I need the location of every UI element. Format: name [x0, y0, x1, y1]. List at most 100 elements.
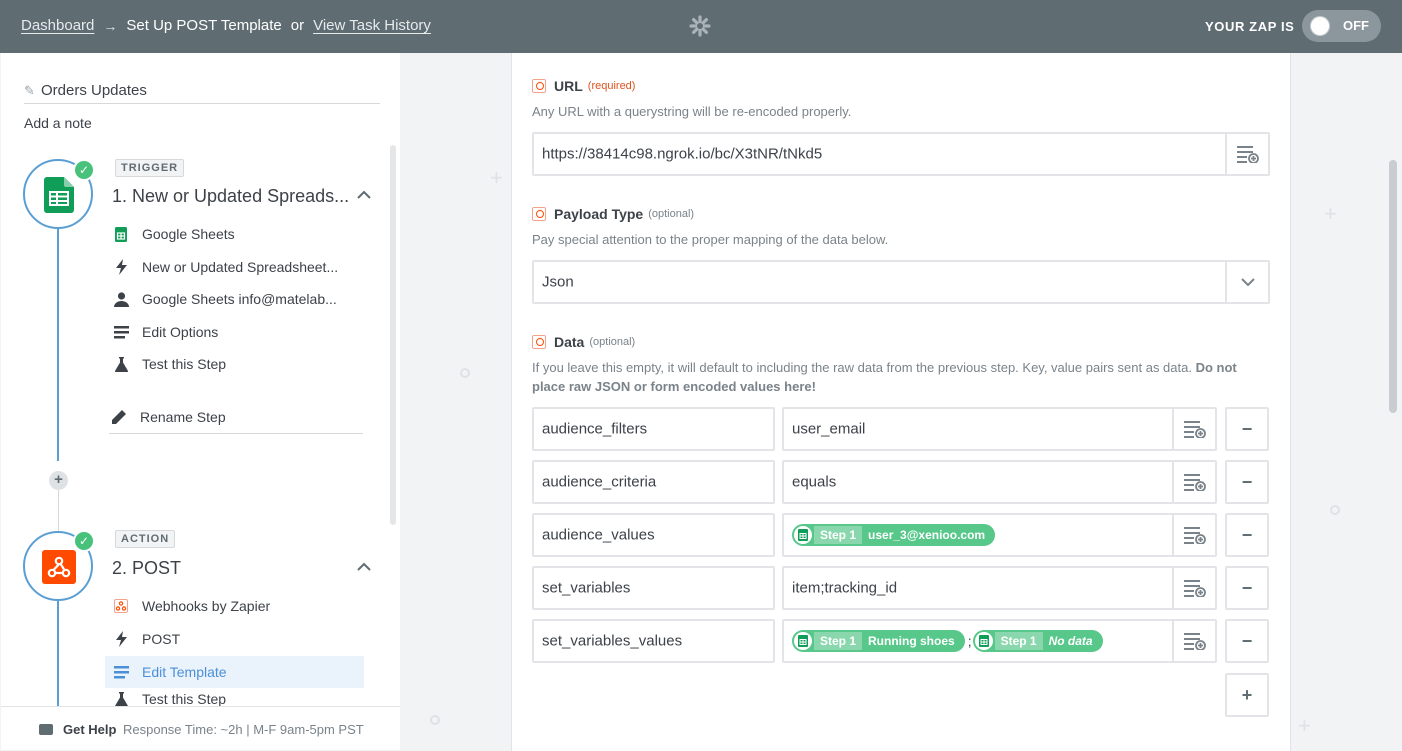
subitem-label: Google Sheets	[142, 226, 235, 242]
trigger-edit-options-item[interactable]: Edit Options	[111, 320, 363, 344]
flask-icon	[113, 691, 129, 707]
get-help-link[interactable]: Get Help	[63, 722, 116, 737]
data-value-text: user_email	[792, 420, 866, 438]
sidebar-scrollbar[interactable]	[390, 145, 396, 525]
remove-row-button[interactable]: −	[1225, 513, 1269, 557]
data-value-input[interactable]: item;tracking_id	[782, 566, 1217, 610]
insert-field-icon	[1183, 633, 1206, 650]
add-step-button[interactable]: +	[49, 471, 68, 490]
rename-step-item[interactable]: Rename Step	[109, 405, 361, 429]
insert-field-button[interactable]	[1172, 621, 1215, 661]
subitem-label: Edit Options	[142, 324, 219, 340]
url-input[interactable]: https://38414c98.ngrok.io/bc/X3tNR/tNkd5	[532, 132, 1270, 176]
plus-decoration-icon: +	[490, 165, 503, 190]
data-key-input[interactable]: audience_filters	[532, 407, 775, 451]
insert-field-button[interactable]	[1172, 462, 1215, 502]
insert-field-button[interactable]	[1172, 409, 1215, 449]
mapped-field-pill[interactable]: Step 1 Running shoes	[792, 630, 965, 652]
trigger-app-item[interactable]: Google Sheets	[111, 222, 363, 246]
insert-field-button[interactable]	[1225, 134, 1268, 174]
or-text: or	[290, 17, 305, 34]
webhook-icon	[532, 207, 546, 221]
lightning-icon	[113, 631, 129, 647]
left-panel: ✎ Orders Updates Add a note ✓ TRIGGER 1. …	[1, 53, 400, 750]
payload-type-label: Payload Type (optional)	[532, 206, 694, 222]
pill-value: Running shoes	[868, 634, 955, 648]
dashboard-link[interactable]: Dashboard	[21, 17, 94, 34]
data-key-input[interactable]: set_variables	[532, 566, 775, 610]
insert-field-icon	[1183, 421, 1206, 438]
insert-field-icon	[1183, 580, 1206, 597]
url-help: Any URL with a querystring will be re-en…	[532, 104, 852, 119]
zap-status-label: YOUR ZAP IS	[1205, 19, 1295, 34]
data-key-input[interactable]: set_variables_values	[532, 619, 775, 663]
insert-field-icon	[1183, 527, 1206, 544]
trigger-step-title[interactable]: 1. New or Updated Spreads...	[112, 186, 349, 207]
pill-value: user_3@xenioo.com	[868, 528, 986, 542]
zap-toggle[interactable]: OFF	[1302, 10, 1381, 42]
trigger-test-step-item[interactable]: Test this Step	[111, 352, 363, 376]
data-key-value: audience_values	[542, 526, 655, 544]
task-history-link[interactable]: View Task History	[313, 17, 431, 34]
user-icon	[113, 291, 129, 307]
mapped-field-pill[interactable]: Step 1 No data	[972, 630, 1103, 652]
remove-row-button[interactable]: −	[1225, 460, 1269, 504]
add-note-link[interactable]: Add a note	[24, 115, 92, 131]
subitem-label: Webhooks by Zapier	[142, 598, 271, 614]
insert-field-icon	[1183, 474, 1206, 491]
zap-name: Orders Updates	[41, 82, 147, 99]
webhook-icon	[532, 79, 546, 93]
data-value-input[interactable]: Step 1 Running shoes; Step 1 No data	[782, 619, 1217, 663]
google-sheets-icon	[974, 632, 993, 650]
add-row-button[interactable]: +	[1225, 673, 1269, 717]
divider	[109, 433, 363, 434]
dropdown-button[interactable]	[1225, 262, 1268, 302]
zap-name-field[interactable]: ✎ Orders Updates	[24, 82, 380, 104]
trigger-event-item[interactable]: New or Updated Spreadsheet...	[111, 255, 363, 279]
main-scrollbar[interactable]	[1389, 160, 1397, 413]
data-key-value: audience_criteria	[542, 473, 657, 491]
google-sheets-icon	[798, 529, 808, 541]
field-label-text: Payload Type	[554, 206, 644, 222]
webhook-icon	[42, 550, 76, 584]
mapped-field-pill[interactable]: Step 1 user_3@xenioo.com	[792, 524, 996, 546]
webhook-icon	[113, 598, 129, 614]
action-step-title[interactable]: 2. POST	[112, 558, 181, 579]
remove-row-button[interactable]: −	[1225, 407, 1269, 451]
chevron-up-icon[interactable]	[357, 188, 371, 202]
payload-type-select[interactable]: Json	[532, 260, 1270, 304]
toggle-state: OFF	[1343, 18, 1369, 33]
subitem-label: Test this Step	[142, 356, 227, 372]
check-icon: ✓	[73, 159, 95, 181]
action-event-item[interactable]: POST	[111, 627, 363, 651]
action-app-item[interactable]: Webhooks by Zapier	[111, 594, 363, 618]
list-icon	[113, 664, 129, 680]
data-key-input[interactable]: audience_values	[532, 513, 775, 557]
data-value-input[interactable]: equals	[782, 460, 1217, 504]
data-key-input[interactable]: audience_criteria	[532, 460, 775, 504]
trigger-account-item[interactable]: Google Sheets info@matelab...	[111, 287, 363, 311]
data-help-text: If you leave this empty, it will default…	[532, 360, 1192, 375]
zapier-asterisk-icon[interactable]	[689, 15, 711, 37]
payload-type-help: Pay special attention to the proper mapp…	[532, 232, 889, 247]
field-label-text: URL	[554, 78, 583, 94]
remove-row-button[interactable]: −	[1225, 619, 1269, 663]
data-value-input[interactable]: Step 1 user_3@xenioo.com	[782, 513, 1217, 557]
subitem-label: POST	[142, 631, 181, 647]
action-edit-template-item[interactable]: Edit Template	[105, 656, 364, 688]
chevron-up-icon[interactable]	[357, 560, 371, 574]
google-sheets-icon	[798, 635, 808, 647]
insert-field-button[interactable]	[1172, 568, 1215, 608]
subitem-label: Google Sheets info@matelab...	[142, 291, 337, 307]
data-value-input[interactable]: user_email	[782, 407, 1217, 451]
insert-field-button[interactable]	[1172, 515, 1215, 555]
optional-tag: (optional)	[589, 336, 636, 348]
page-title: Set Up POST Template	[126, 17, 282, 34]
action-badge: ACTION	[115, 530, 176, 548]
remove-row-button[interactable]: −	[1225, 566, 1269, 610]
breadcrumb: Dashboard → Set Up POST Template or View…	[21, 17, 431, 34]
data-label: Data (optional)	[532, 334, 635, 350]
step-connector-line	[58, 483, 59, 531]
action-test-step-item[interactable]: Test this Step	[111, 691, 363, 707]
google-sheets-icon	[978, 635, 989, 647]
